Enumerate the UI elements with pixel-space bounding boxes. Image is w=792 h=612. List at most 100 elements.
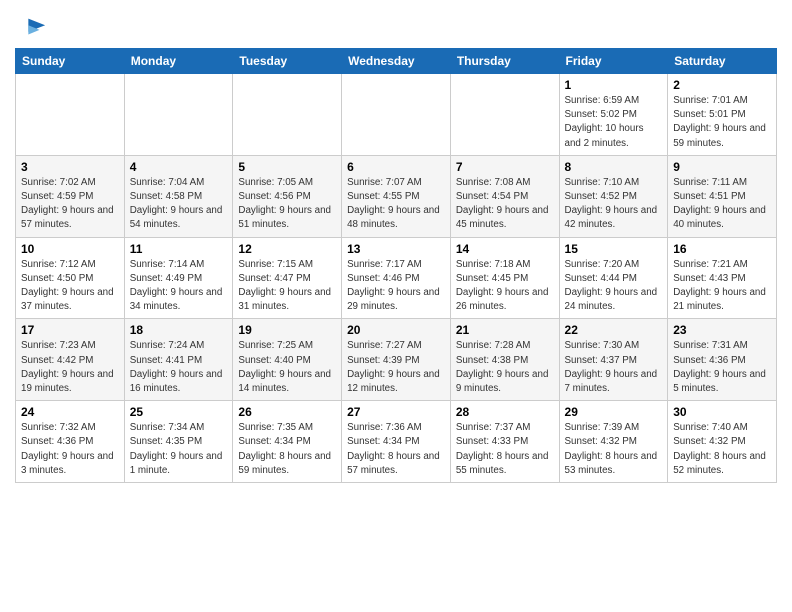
day-header-monday: Monday — [124, 49, 233, 74]
day-header-friday: Friday — [559, 49, 668, 74]
day-info: Sunrise: 7:08 AM Sunset: 4:54 PM Dayligh… — [456, 176, 554, 233]
day-header-tuesday: Tuesday — [233, 49, 342, 74]
header — [15, 10, 777, 42]
calendar-cell: 14Sunrise: 7:18 AM Sunset: 4:45 PM Dayli… — [450, 237, 559, 319]
calendar-cell: 30Sunrise: 7:40 AM Sunset: 4:32 PM Dayli… — [668, 401, 777, 483]
calendar-cell: 29 Sunrise: 7:39 AM Sunset: 4:32 PM Dayli… — [559, 401, 668, 483]
calendar-cell: 7 Sunrise: 7:08 AM Sunset: 4:54 PM Daylig… — [450, 155, 559, 237]
day-number: 18 — [130, 323, 228, 337]
calendar-cell: 28Sunrise: 7:37 AM Sunset: 4:33 PM Dayli… — [450, 401, 559, 483]
day-info: Sunrise: 7:34 AM Sunset: 4:35 PM Dayligh… — [130, 421, 228, 478]
day-info: Sunrise: 7:11 AM Sunset: 4:51 PM Dayligh… — [673, 176, 771, 233]
day-info: Sunrise: 7:07 AM Sunset: 4:55 PM Dayligh… — [347, 176, 445, 233]
calendar-cell: 21Sunrise: 7:28 AM Sunset: 4:38 PM Dayli… — [450, 319, 559, 401]
calendar-table: SundayMondayTuesdayWednesdayThursdayFrid… — [15, 48, 777, 483]
day-info: Sunrise: 7:20 AM Sunset: 4:44 PM Dayligh… — [565, 258, 663, 315]
day-info: Sunrise: 6:59 AM Sunset: 5:02 PM Dayligh… — [565, 94, 663, 151]
calendar-cell: 9 Sunrise: 7:11 AM Sunset: 4:51 PM Daylig… — [668, 155, 777, 237]
calendar-week-2: 3 Sunrise: 7:02 AM Sunset: 4:59 PM Daylig… — [16, 155, 777, 237]
day-info: Sunrise: 7:05 AM Sunset: 4:56 PM Dayligh… — [238, 176, 336, 233]
calendar-cell: 4 Sunrise: 7:04 AM Sunset: 4:58 PM Daylig… — [124, 155, 233, 237]
day-number: 9 — [673, 160, 771, 174]
day-number: 2 — [673, 78, 771, 92]
calendar-cell: 3 Sunrise: 7:02 AM Sunset: 4:59 PM Daylig… — [16, 155, 125, 237]
day-info: Sunrise: 7:10 AM Sunset: 4:52 PM Dayligh… — [565, 176, 663, 233]
day-info: Sunrise: 7:27 AM Sunset: 4:39 PM Dayligh… — [347, 339, 445, 396]
day-info: Sunrise: 7:31 AM Sunset: 4:36 PM Dayligh… — [673, 339, 771, 396]
calendar-cell: 18 Sunrise: 7:24 AM Sunset: 4:41 PM Dayli… — [124, 319, 233, 401]
day-info: Sunrise: 7:23 AM Sunset: 4:42 PM Dayligh… — [21, 339, 119, 396]
day-header-sunday: Sunday — [16, 49, 125, 74]
day-info: Sunrise: 7:40 AM Sunset: 4:32 PM Dayligh… — [673, 421, 771, 478]
calendar-cell: 27Sunrise: 7:36 AM Sunset: 4:34 PM Dayli… — [342, 401, 451, 483]
calendar-week-5: 24 Sunrise: 7:32 AM Sunset: 4:36 PM Dayli… — [16, 401, 777, 483]
day-number: 5 — [238, 160, 336, 174]
calendar-container: SundayMondayTuesdayWednesdayThursdayFrid… — [0, 0, 792, 493]
day-number: 4 — [130, 160, 228, 174]
calendar-cell: 24 Sunrise: 7:32 AM Sunset: 4:36 PM Dayli… — [16, 401, 125, 483]
day-number: 15 — [565, 242, 663, 256]
day-number: 26 — [238, 405, 336, 419]
calendar-cell: 10 Sunrise: 7:12 AM Sunset: 4:50 PM Dayli… — [16, 237, 125, 319]
logo-icon — [19, 14, 47, 42]
day-info: Sunrise: 7:35 AM Sunset: 4:34 PM Dayligh… — [238, 421, 336, 478]
calendar-cell: 20 Sunrise: 7:27 AM Sunset: 4:39 PM Dayli… — [342, 319, 451, 401]
calendar-cell: 6 Sunrise: 7:07 AM Sunset: 4:55 PM Daylig… — [342, 155, 451, 237]
calendar-cell: 13Sunrise: 7:17 AM Sunset: 4:46 PM Dayli… — [342, 237, 451, 319]
day-info: Sunrise: 7:39 AM Sunset: 4:32 PM Dayligh… — [565, 421, 663, 478]
day-number: 14 — [456, 242, 554, 256]
day-info: Sunrise: 7:37 AM Sunset: 4:33 PM Dayligh… — [456, 421, 554, 478]
day-number: 17 — [21, 323, 119, 337]
logo — [15, 14, 47, 42]
day-info: Sunrise: 7:02 AM Sunset: 4:59 PM Dayligh… — [21, 176, 119, 233]
day-header-thursday: Thursday — [450, 49, 559, 74]
calendar-cell: 5 Sunrise: 7:05 AM Sunset: 4:56 PM Daylig… — [233, 155, 342, 237]
calendar-cell: 26 Sunrise: 7:35 AM Sunset: 4:34 PM Dayli… — [233, 401, 342, 483]
day-info: Sunrise: 7:32 AM Sunset: 4:36 PM Dayligh… — [21, 421, 119, 478]
day-number: 8 — [565, 160, 663, 174]
day-number: 13 — [347, 242, 445, 256]
day-info: Sunrise: 7:01 AM Sunset: 5:01 PM Dayligh… — [673, 94, 771, 151]
day-info: Sunrise: 7:24 AM Sunset: 4:41 PM Dayligh… — [130, 339, 228, 396]
day-number: 24 — [21, 405, 119, 419]
day-info: Sunrise: 7:04 AM Sunset: 4:58 PM Dayligh… — [130, 176, 228, 233]
day-number: 21 — [456, 323, 554, 337]
day-info: Sunrise: 7:30 AM Sunset: 4:37 PM Dayligh… — [565, 339, 663, 396]
calendar-cell — [16, 74, 125, 156]
header-row: SundayMondayTuesdayWednesdayThursdayFrid… — [16, 49, 777, 74]
day-number: 29 — [565, 405, 663, 419]
calendar-week-4: 17 Sunrise: 7:23 AM Sunset: 4:42 PM Dayli… — [16, 319, 777, 401]
calendar-cell — [124, 74, 233, 156]
day-info: Sunrise: 7:12 AM Sunset: 4:50 PM Dayligh… — [21, 258, 119, 315]
calendar-cell: 23 Sunrise: 7:31 AM Sunset: 4:36 PM Dayli… — [668, 319, 777, 401]
day-number: 10 — [21, 242, 119, 256]
day-number: 27 — [347, 405, 445, 419]
calendar-cell: 15 Sunrise: 7:20 AM Sunset: 4:44 PM Dayli… — [559, 237, 668, 319]
day-number: 3 — [21, 160, 119, 174]
day-info: Sunrise: 7:25 AM Sunset: 4:40 PM Dayligh… — [238, 339, 336, 396]
calendar-cell: 11Sunrise: 7:14 AM Sunset: 4:49 PM Dayli… — [124, 237, 233, 319]
calendar-cell: 16Sunrise: 7:21 AM Sunset: 4:43 PM Dayli… — [668, 237, 777, 319]
day-number: 20 — [347, 323, 445, 337]
day-number: 6 — [347, 160, 445, 174]
calendar-cell — [233, 74, 342, 156]
calendar-cell: 12Sunrise: 7:15 AM Sunset: 4:47 PM Dayli… — [233, 237, 342, 319]
calendar-cell — [450, 74, 559, 156]
calendar-cell — [342, 74, 451, 156]
calendar-cell: 1Sunrise: 6:59 AM Sunset: 5:02 PM Daylig… — [559, 74, 668, 156]
day-number: 19 — [238, 323, 336, 337]
calendar-cell: 8 Sunrise: 7:10 AM Sunset: 4:52 PM Daylig… — [559, 155, 668, 237]
calendar-cell: 17 Sunrise: 7:23 AM Sunset: 4:42 PM Dayli… — [16, 319, 125, 401]
day-number: 7 — [456, 160, 554, 174]
calendar-cell: 25 Sunrise: 7:34 AM Sunset: 4:35 PM Dayli… — [124, 401, 233, 483]
day-number: 23 — [673, 323, 771, 337]
day-number: 22 — [565, 323, 663, 337]
calendar-cell: 2 Sunrise: 7:01 AM Sunset: 5:01 PM Daylig… — [668, 74, 777, 156]
calendar-cell: 22 Sunrise: 7:30 AM Sunset: 4:37 PM Dayli… — [559, 319, 668, 401]
day-number: 16 — [673, 242, 771, 256]
calendar-week-3: 10 Sunrise: 7:12 AM Sunset: 4:50 PM Dayli… — [16, 237, 777, 319]
calendar-week-1: 1Sunrise: 6:59 AM Sunset: 5:02 PM Daylig… — [16, 74, 777, 156]
day-number: 25 — [130, 405, 228, 419]
day-header-wednesday: Wednesday — [342, 49, 451, 74]
day-info: Sunrise: 7:14 AM Sunset: 4:49 PM Dayligh… — [130, 258, 228, 315]
